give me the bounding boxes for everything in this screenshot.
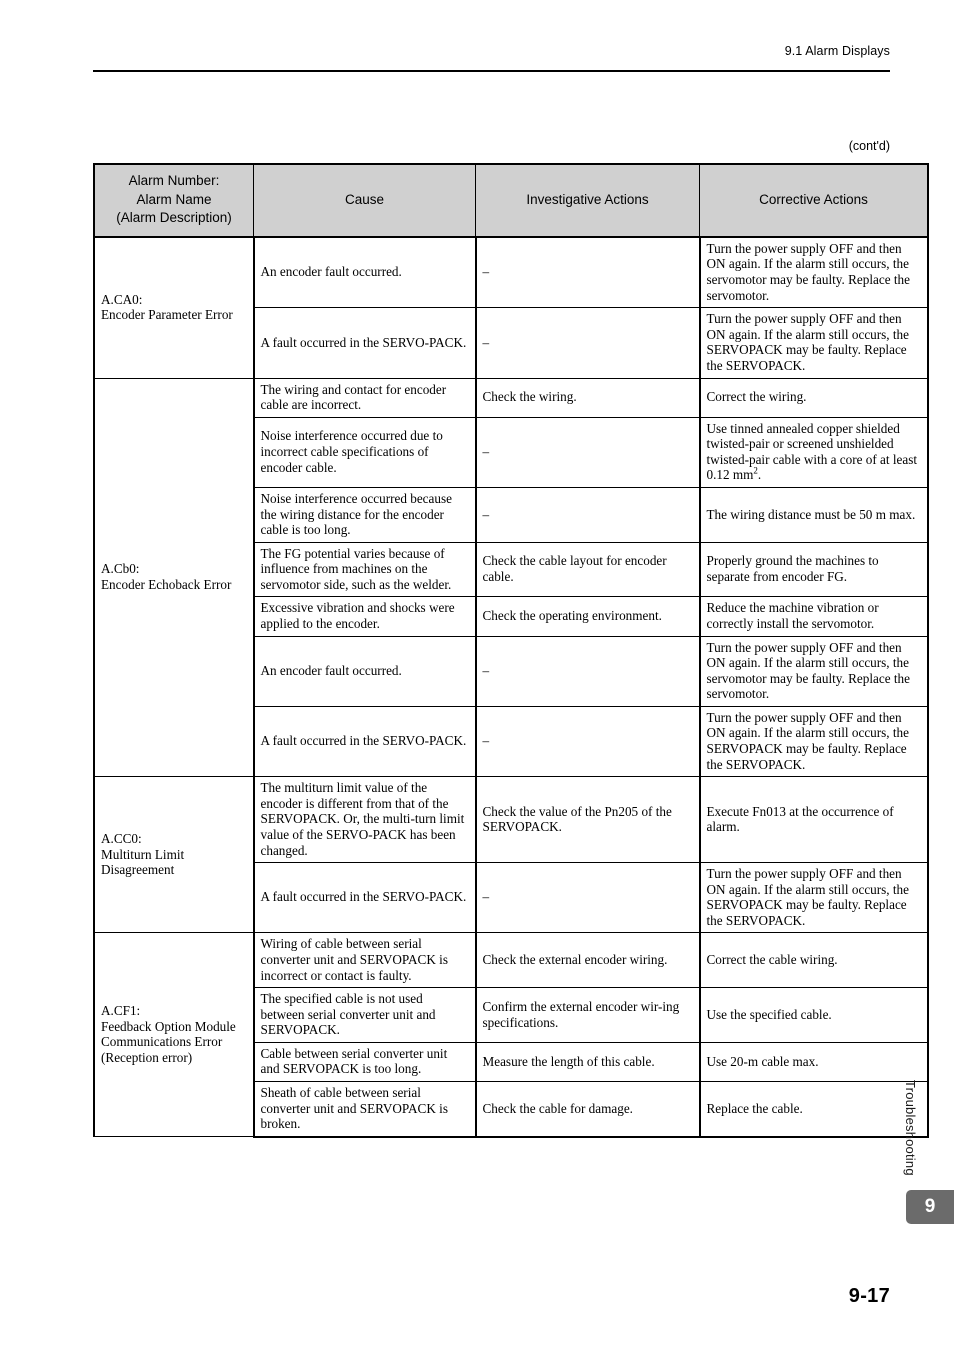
column-header-cause: Cause (253, 163, 476, 238)
cause-cell: A fault occurred in the SERVO-PACK. (252, 705, 476, 778)
alarm-name-cell: A.Cb0: Encoder Echoback Error (93, 377, 254, 778)
alarm-name: Multiturn Limit Disagreement (101, 846, 185, 878)
alarm-name: Encoder Parameter Error (101, 307, 233, 323)
alarm-number: A.CC0: (101, 830, 142, 846)
table-row: A.CA0: Encoder Parameter Error An encoder … (93, 236, 929, 379)
investigative-actions-cell: – (474, 307, 700, 379)
corrective-actions-cell: Use 20-m cable max. (698, 1041, 929, 1083)
header-rule (93, 70, 890, 72)
cause-cell: The wiring and contact for encoder cable… (252, 377, 476, 418)
cause-cell: Wiring of cable between serial converter… (252, 932, 476, 989)
investigative-actions-cell: – (474, 862, 700, 934)
column-header-alarm: Alarm Number: Alarm Name (Alarm Descript… (93, 163, 254, 238)
alarm-description: (Reception error) (101, 1049, 193, 1065)
corrective-actions-cell: Turn the power supply OFF and then ON ag… (698, 236, 929, 309)
corrective-actions-cell: Execute Fn013 at the occurrence of alarm… (698, 776, 929, 864)
investigative-actions-cell: Check the value of the Pn205 of the SERV… (474, 776, 700, 864)
chapter-number-tab: 9 (906, 1190, 954, 1224)
column-header-investigative: Investigative Actions (475, 163, 700, 238)
investigative-actions-cell: Check the cable for damage. (474, 1081, 700, 1138)
cause-cell: Cable between serial converter unit and … (252, 1041, 476, 1083)
table-row: A.CF1: Feedback Option Module Communicati… (93, 932, 929, 1138)
corrective-actions-cell: Properly ground the machines to separate… (698, 541, 929, 598)
investigative-actions-cell: Check the wiring. (474, 377, 700, 418)
investigative-actions-cell: – (474, 416, 700, 488)
corrective-actions-cell: Correct the cable wiring. (698, 932, 929, 989)
alarm-name-cell: A.CA0: Encoder Parameter Error (93, 236, 254, 379)
alarm-name-cell: A.CF1: Feedback Option Module Communicati… (93, 932, 254, 1138)
continued-note: (cont'd) (848, 139, 890, 153)
cause-cell: Sheath of cable between serial converter… (252, 1081, 476, 1138)
corrective-actions-cell: Use the specified cable. (698, 987, 929, 1043)
cause-cell: The FG potential varies because of influ… (252, 541, 476, 598)
investigative-actions-cell: – (474, 635, 700, 707)
header-alarm-line1: Alarm Number: (128, 173, 220, 188)
alarm-number: A.CF1: (101, 1003, 141, 1019)
table-header-row: Alarm Number: Alarm Name (Alarm Descript… (93, 163, 929, 238)
investigative-actions-cell: Check the operating environment. (474, 596, 700, 637)
cause-cell: An encoder fault occurred. (252, 635, 476, 707)
cause-cell: The multiturn limit value of the encoder… (252, 776, 476, 864)
corrective-actions-cell: Turn the power supply OFF and then ON ag… (698, 307, 929, 379)
investigative-actions-cell: – (474, 705, 700, 778)
investigative-actions-cell: Check the external encoder wiring. (474, 932, 700, 989)
corrective-actions-cell: Use tinned annealed copper shielded twis… (698, 416, 929, 488)
investigative-actions-cell: – (474, 236, 700, 309)
corrective-actions-cell: The wiring distance must be 50 m max. (698, 486, 929, 543)
column-header-corrective: Corrective Actions (699, 163, 929, 238)
cause-cell: Noise interference occurred because the … (252, 486, 476, 543)
table-row: A.Cb0: Encoder Echoback Error The wiring a… (93, 377, 929, 778)
corrective-actions-cell: Replace the cable. (698, 1081, 929, 1138)
section-title: 9.1 Alarm Displays (784, 44, 890, 58)
cause-cell: A fault occurred in the SERVO-PACK. (252, 862, 476, 934)
table-body: A.CA0: Encoder Parameter Error An encoder … (93, 236, 929, 1138)
corrective-actions-cell: Turn the power supply OFF and then ON ag… (698, 862, 929, 934)
alarm-name: Encoder Echoback Error (101, 576, 232, 592)
cause-cell: An encoder fault occurred. (252, 236, 476, 309)
alarm-table: Alarm Number: Alarm Name (Alarm Descript… (93, 163, 929, 1138)
investigative-actions-cell: Confirm the external encoder wir-ing spe… (474, 987, 700, 1043)
header-alarm-line2: Alarm Name (136, 191, 212, 207)
alarm-name: Feedback Option Module Communications Er… (101, 1018, 236, 1050)
table-row: A.CC0: Multiturn Limit Disagreement The mu… (93, 776, 929, 934)
investigative-actions-cell: Check the cable layout for encoder cable… (474, 541, 700, 598)
alarm-number: A.Cb0: (101, 561, 140, 577)
alarm-name-cell: A.CC0: Multiturn Limit Disagreement (93, 776, 254, 934)
table-head: Alarm Number: Alarm Name (Alarm Descript… (93, 163, 929, 238)
investigative-actions-cell: Measure the length of this cable. (474, 1041, 700, 1083)
header-alarm-line3: (Alarm Description) (116, 210, 232, 226)
cause-cell: Noise interference occurred due to incor… (252, 416, 476, 488)
page-running-header: 9.1 Alarm Displays (93, 44, 890, 74)
cause-cell: A fault occurred in the SERVO-PACK. (252, 307, 476, 379)
corrective-actions-cell: Correct the wiring. (698, 377, 929, 418)
corrective-actions-cell: Turn the power supply OFF and then ON ag… (698, 705, 929, 778)
investigative-actions-cell: – (474, 486, 700, 543)
corrective-actions-cell: Turn the power supply OFF and then ON ag… (698, 635, 929, 707)
cause-cell: Excessive vibration and shocks were appl… (252, 596, 476, 637)
page-number: 9-17 (848, 1285, 890, 1307)
cause-cell: The specified cable is not used between … (252, 987, 476, 1043)
alarm-number: A.CA0: (101, 291, 143, 307)
corrective-actions-cell: Reduce the machine vibration or correctl… (698, 596, 929, 637)
